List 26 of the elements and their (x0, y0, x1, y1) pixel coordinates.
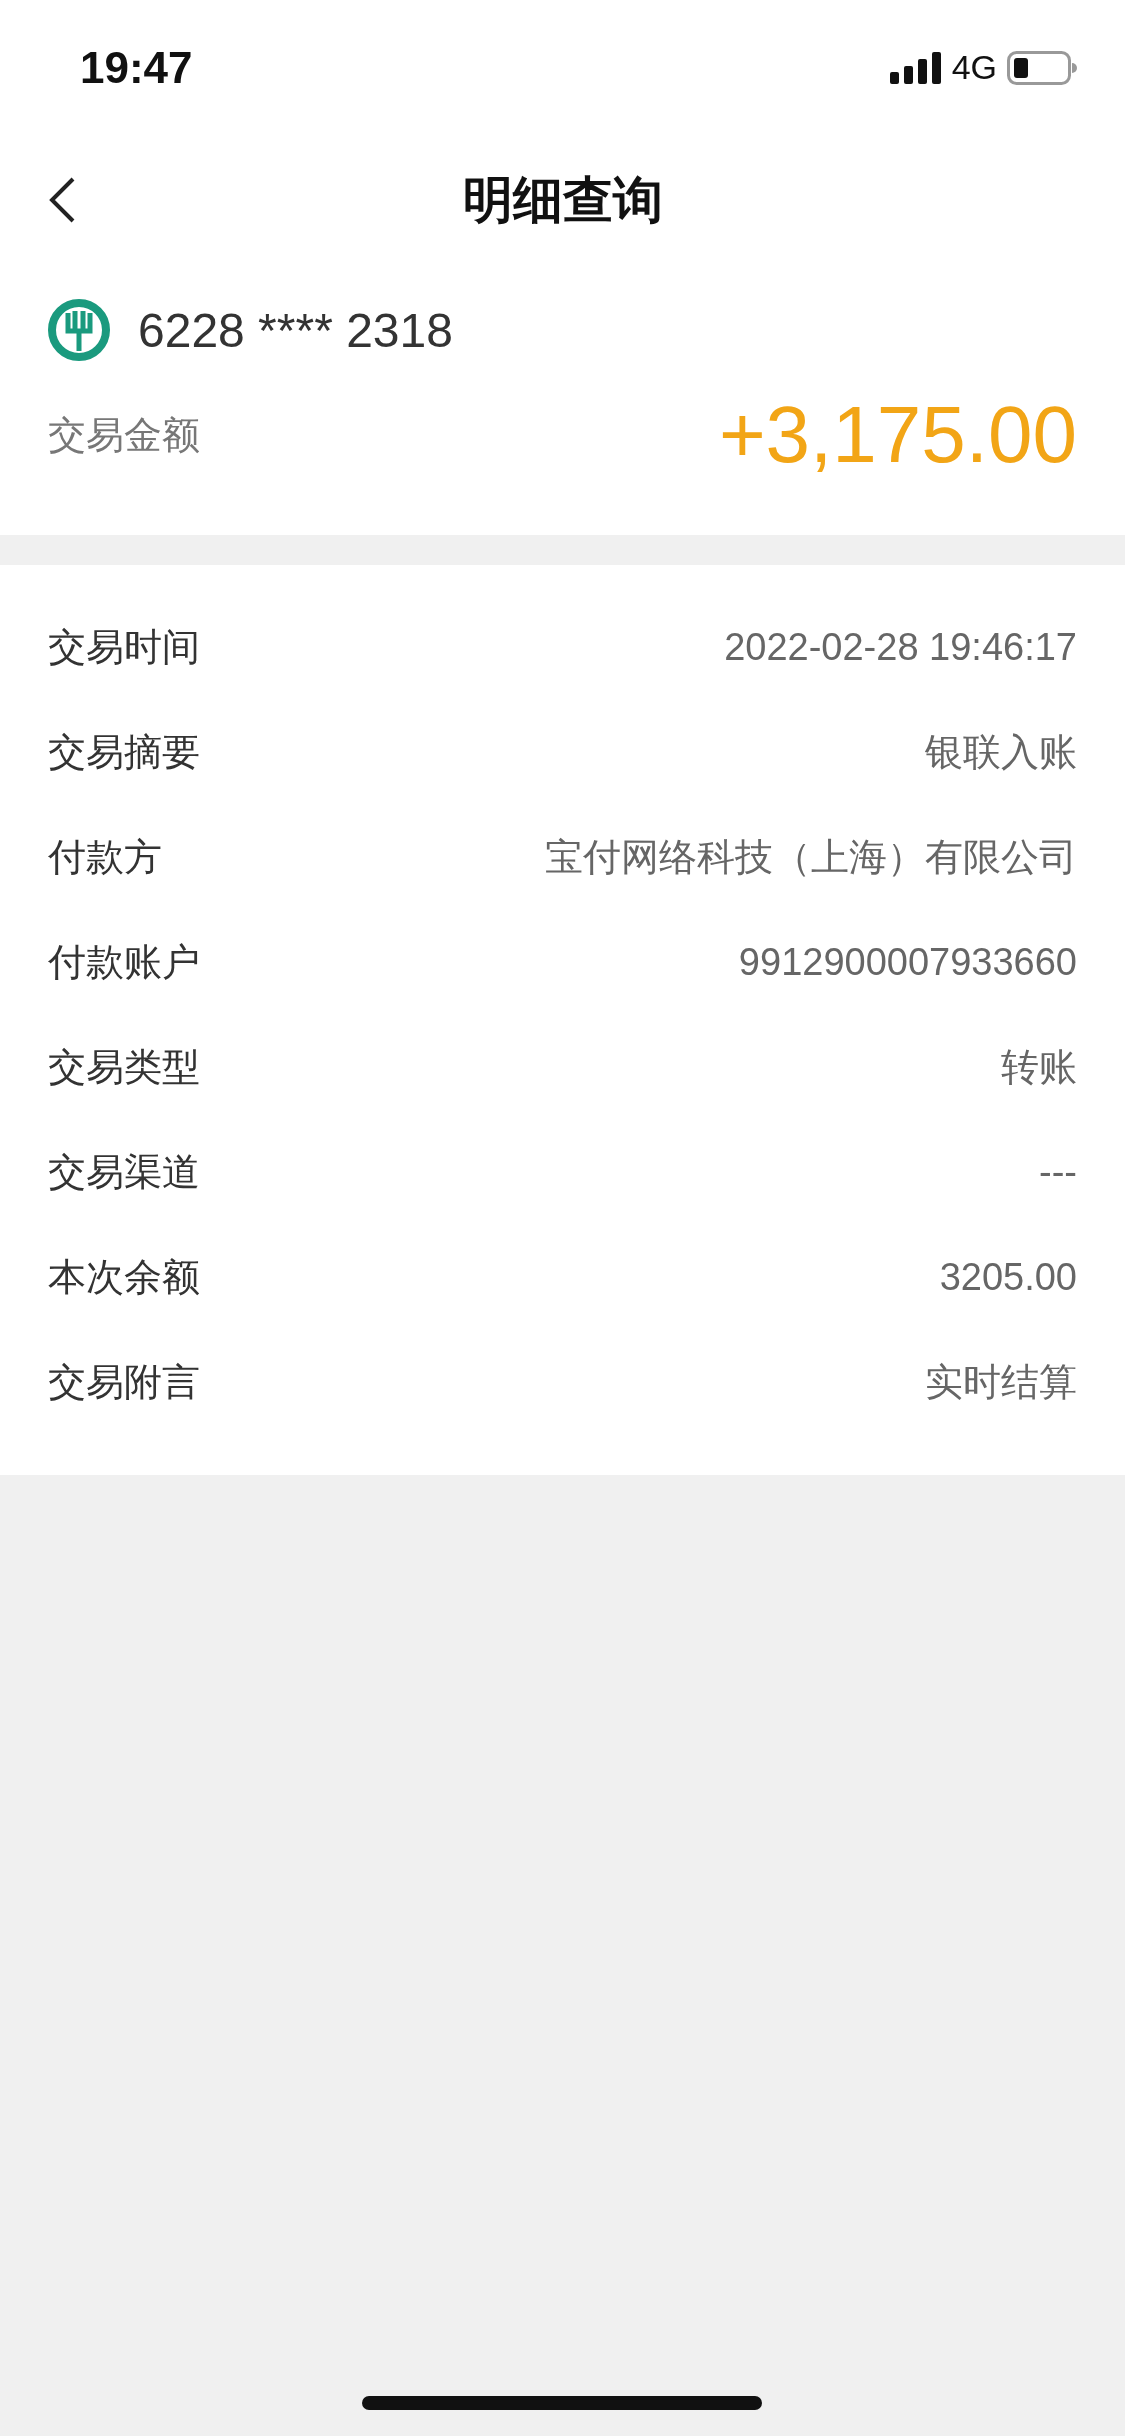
detail-label: 交易类型 (48, 1044, 200, 1091)
detail-value: 2022-02-28 19:46:17 (724, 626, 1077, 669)
detail-value: 转账 (1001, 1045, 1077, 1090)
detail-label: 交易时间 (48, 624, 200, 671)
back-icon[interactable] (48, 176, 76, 224)
status-time: 19:47 (80, 42, 193, 93)
detail-label: 本次余额 (48, 1254, 200, 1301)
amount-label: 交易金额 (48, 411, 200, 459)
detail-value: 宝付网络科技（上海）有限公司 (545, 835, 1077, 880)
card-number: 6228 **** 2318 (138, 302, 453, 358)
detail-label: 付款账户 (48, 939, 200, 986)
network-label: 4G (951, 48, 997, 87)
detail-label: 交易渠道 (48, 1149, 200, 1196)
detail-value: 银联入账 (925, 730, 1077, 775)
detail-value: 3205.00 (939, 1256, 1077, 1299)
page-title: 明细查询 (462, 169, 663, 231)
bank-logo-icon (48, 299, 110, 361)
detail-label: 交易附言 (48, 1359, 200, 1406)
detail-label: 付款方 (48, 834, 162, 881)
amount-value: +3,175.00 (718, 389, 1077, 481)
detail-value: 实时结算 (925, 1360, 1077, 1405)
detail-value: --- (1039, 1151, 1077, 1194)
battery-icon (1007, 50, 1077, 85)
signal-icon (889, 51, 942, 84)
detail-label: 交易摘要 (48, 729, 200, 776)
detail-value: 9912900007933660 (738, 941, 1077, 984)
